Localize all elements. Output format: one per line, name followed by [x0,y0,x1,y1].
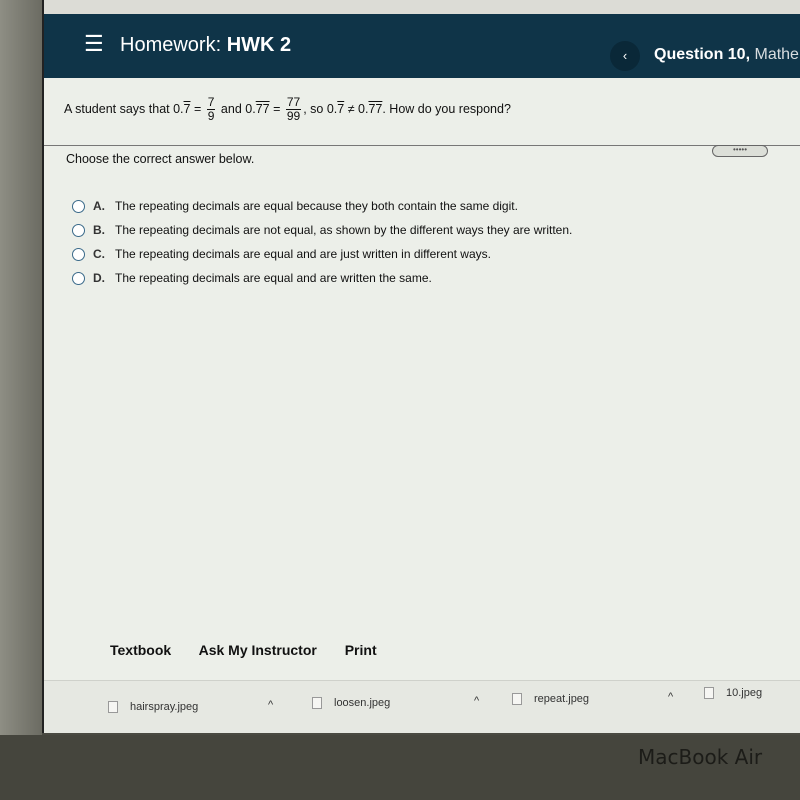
download-item[interactable]: hairspray.jpeg [108,701,198,713]
homework-title: Homework: HWK 2 [120,34,292,56]
chevron-up-icon[interactable]: ^ [268,699,273,711]
file-icon [512,693,522,705]
previous-question-button[interactable]: ‹ [610,41,640,71]
laptop-bezel-left [0,0,42,800]
instruction-text: Choose the correct answer below. [66,152,255,166]
chevron-up-icon[interactable]: ^ [668,691,673,703]
answer-options: A. The repeating decimals are equal becau… [72,194,572,290]
download-item[interactable]: loosen.jpeg [312,697,390,709]
chevron-up-icon[interactable]: ^ [474,695,479,707]
radio-button[interactable] [72,223,85,237]
option-d[interactable]: D. The repeating decimals are equal and a… [72,266,572,290]
download-item[interactable]: repeat.jpeg [512,693,589,705]
question-text: A student says that 0.7 = 79 and 0.77 = … [64,95,511,123]
question-title: Question 10, Mathem [654,46,800,63]
option-c[interactable]: C. The repeating decimals are equal and a… [72,242,572,266]
ask-instructor-link[interactable]: Ask My Instructor [199,642,317,658]
print-link[interactable]: Print [345,642,377,658]
option-a[interactable]: A. The repeating decimals are equal becau… [72,194,572,218]
downloads-bar: hairspray.jpeg ^ loosen.jpeg ^ repeat.jp… [44,680,800,733]
file-icon [312,697,322,709]
fraction-77-99: 77 99 [285,95,302,123]
divider [44,145,800,146]
file-icon [108,701,118,713]
radio-button[interactable] [72,271,85,285]
file-icon [704,687,714,699]
radio-button[interactable] [72,199,85,213]
expand-button[interactable]: ••••• [712,145,768,157]
app-header: ☰ Homework: HWK 2 ‹ Question 10, Mathem [44,14,800,78]
screen: ☰ Homework: HWK 2 ‹ Question 10, Mathem … [42,0,800,733]
textbook-link[interactable]: Textbook [110,642,171,658]
browser-top-strip [44,0,800,14]
chevron-left-icon: ‹ [622,48,628,63]
download-item[interactable]: 10.jpeg [704,687,762,699]
fraction-7-9: 79 [206,95,216,123]
option-b[interactable]: B. The repeating decimals are not equal, … [72,218,572,242]
menu-icon[interactable]: ☰ [84,31,104,57]
device-label: MacBook Air [638,745,763,769]
footer-links: Textbook Ask My Instructor Print [110,642,401,658]
radio-button[interactable] [72,247,85,261]
